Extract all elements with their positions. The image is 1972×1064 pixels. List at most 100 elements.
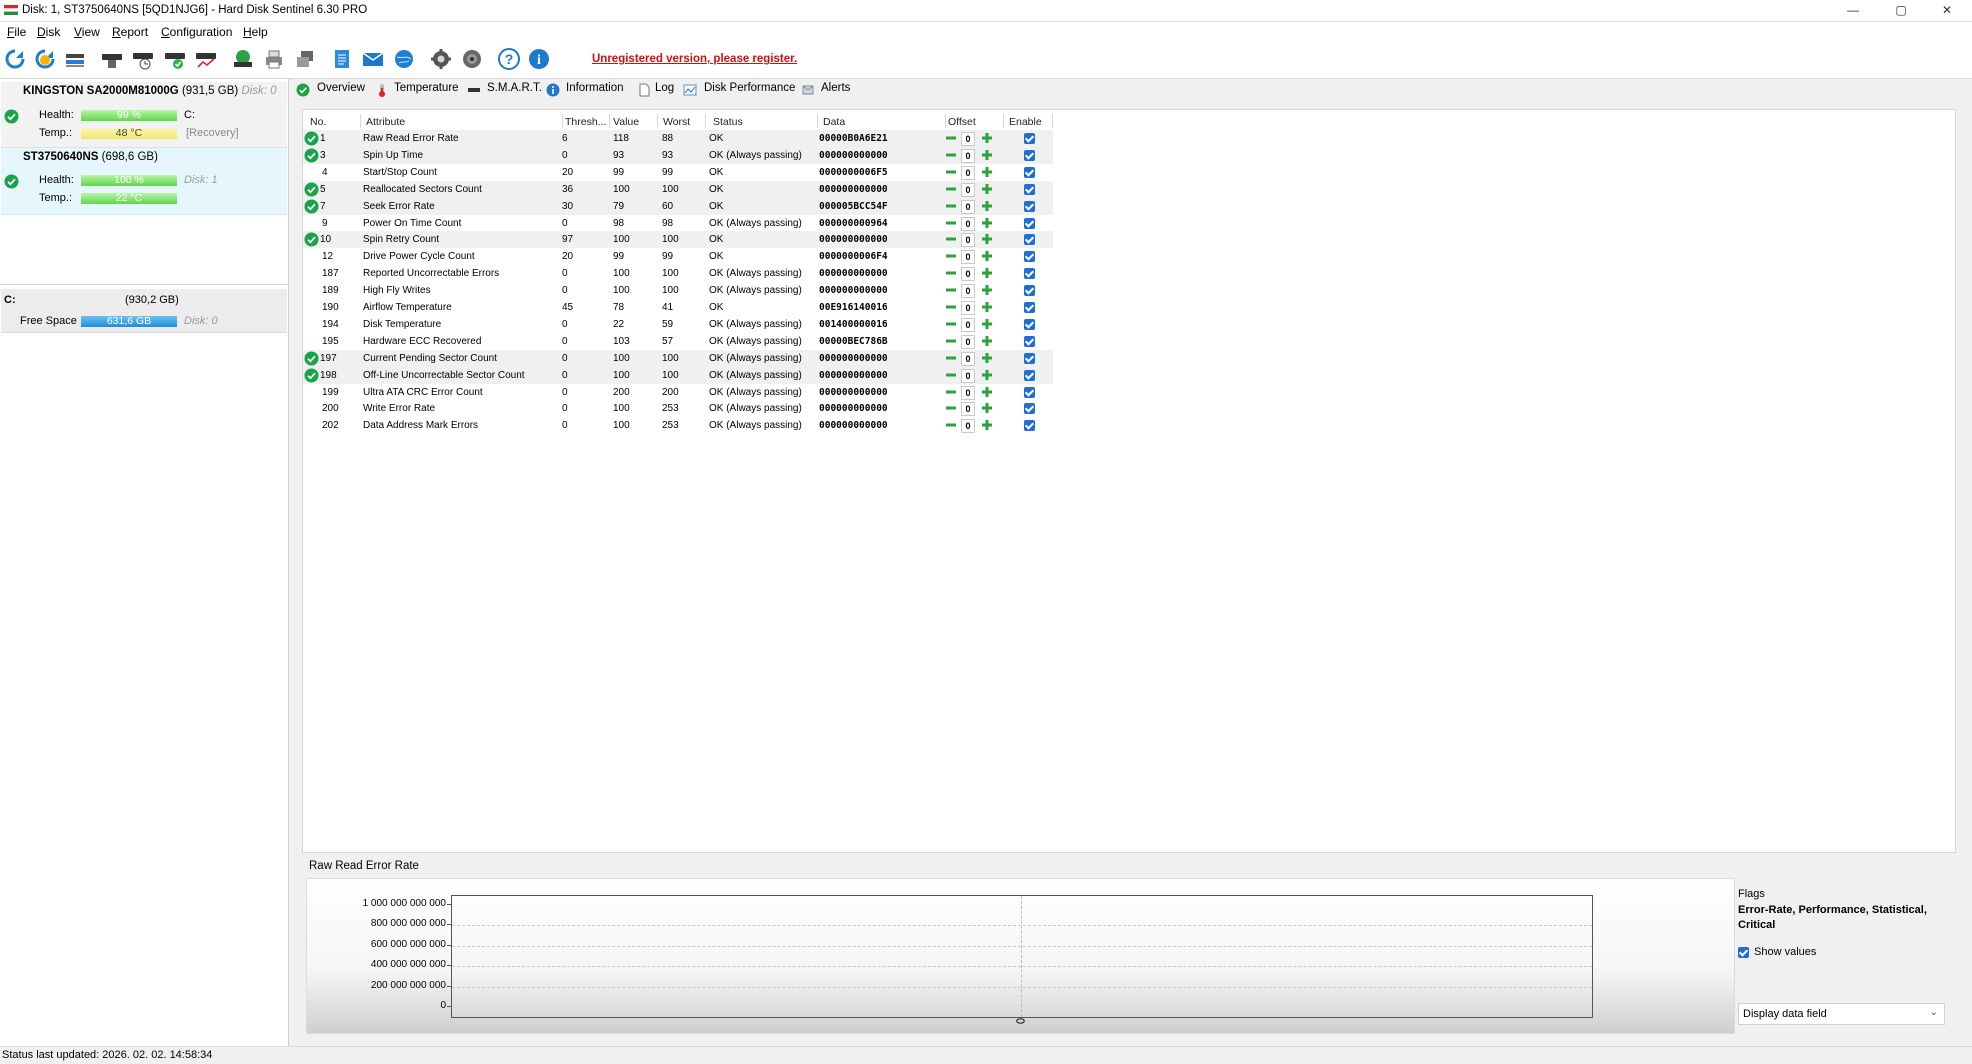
plus-icon[interactable]	[982, 133, 992, 143]
offset-value[interactable]: 0	[961, 351, 975, 366]
enable-checkbox[interactable]	[1024, 200, 1035, 212]
table-row[interactable]: 1 Raw Read Error Rate 6 118 88 OK 00000B0A6E21…	[303, 130, 1053, 147]
table-row[interactable]: 12 Drive Power Cycle Count 20 99 99 OK 0000000…	[303, 248, 1053, 265]
table-row[interactable]: 198 Off-Line Uncorrectable Sector Count 0 1…	[303, 366, 1053, 384]
gear-icon[interactable]	[429, 47, 453, 71]
offset-value[interactable]: 0	[961, 165, 975, 180]
offset-value[interactable]: 0	[961, 182, 975, 197]
offset-value[interactable]: 0	[961, 199, 975, 214]
display-field-select[interactable]: Display data field ⌄	[1738, 1003, 1945, 1025]
table-row[interactable]: 202 Data Address Mark Errors 0 100 253 OK (Al…	[303, 417, 1053, 434]
minus-icon[interactable]	[946, 184, 956, 194]
disk-card-1[interactable]: ST3750640NS (698,6 GB) Health: 100 % Dis…	[1, 148, 287, 215]
email-icon[interactable]	[361, 47, 385, 71]
plus-icon[interactable]	[982, 420, 992, 431]
disk-graph-icon[interactable]	[194, 47, 218, 71]
col-header-threshold[interactable]: Thresh...	[565, 116, 606, 128]
tab-alerts[interactable]: Alerts	[821, 82, 850, 94]
menu-help[interactable]: Help	[243, 25, 268, 39]
plus-icon[interactable]	[982, 335, 992, 346]
minus-icon[interactable]	[946, 285, 956, 295]
plus-icon[interactable]	[982, 268, 992, 279]
offset-value[interactable]: 0	[961, 132, 975, 146]
plus-icon[interactable]	[982, 285, 992, 296]
offset-value[interactable]: 0	[961, 368, 975, 383]
offset-value[interactable]: 0	[961, 402, 975, 417]
printer-icon[interactable]	[262, 47, 286, 71]
col-header-data[interactable]: Data	[823, 116, 845, 128]
minus-icon[interactable]	[946, 251, 956, 261]
offset-value[interactable]: 0	[961, 301, 975, 315]
table-row[interactable]: 7 Seek Error Rate 30 79 60 OK 000005BCC54F 0	[303, 197, 1053, 215]
enable-checkbox[interactable]	[1024, 268, 1035, 280]
minus-icon[interactable]	[946, 150, 956, 160]
plus-icon[interactable]	[982, 352, 992, 363]
minus-icon[interactable]	[946, 403, 956, 413]
plus-icon[interactable]	[982, 217, 992, 228]
enable-checkbox[interactable]	[1024, 285, 1035, 297]
offset-value[interactable]: 0	[961, 419, 975, 434]
plus-icon[interactable]	[982, 403, 992, 414]
plus-icon[interactable]	[982, 166, 992, 177]
enable-checkbox[interactable]	[1024, 335, 1035, 347]
tab-temperature[interactable]: Temperature	[394, 82, 459, 94]
minus-icon[interactable]	[946, 201, 956, 211]
enable-checkbox[interactable]	[1024, 369, 1035, 381]
minus-icon[interactable]	[946, 234, 956, 244]
plus-icon[interactable]	[982, 386, 992, 397]
register-link[interactable]: Unregistered version, please register.	[592, 53, 797, 65]
minus-icon[interactable]	[946, 387, 956, 397]
table-row[interactable]: 194 Disk Temperature 0 22 59 OK (Always passi…	[303, 316, 1053, 333]
table-row[interactable]: 195 Hardware ECC Recovered 0 103 57 OK (Alway…	[303, 333, 1053, 350]
plus-icon[interactable]	[982, 183, 992, 194]
enable-checkbox[interactable]	[1024, 133, 1035, 144]
plus-icon[interactable]	[982, 369, 992, 380]
minimize-button[interactable]: —	[1830, 0, 1876, 21]
enable-checkbox[interactable]	[1024, 352, 1035, 364]
table-row[interactable]: 190 Airflow Temperature 45 78 41 OK 00E9161400…	[303, 299, 1053, 316]
enable-checkbox[interactable]	[1024, 386, 1035, 398]
offset-value[interactable]: 0	[961, 317, 975, 332]
table-row[interactable]: 200 Write Error Rate 0 100 253 OK (Always pas…	[303, 400, 1053, 417]
disk-list-icon[interactable]	[63, 47, 87, 71]
table-row[interactable]: 199 Ultra ATA CRC Error Count 0 200 200 OK (A…	[303, 384, 1053, 401]
refresh-icon[interactable]	[3, 47, 27, 71]
col-header-offset[interactable]: Offset	[948, 116, 976, 128]
tab-information[interactable]: Information	[566, 82, 624, 94]
disk-clock-icon[interactable]	[131, 47, 155, 71]
info-icon[interactable]: i	[527, 47, 551, 71]
enable-checkbox[interactable]	[1024, 318, 1035, 330]
menu-view[interactable]: View	[74, 25, 100, 39]
minus-icon[interactable]	[946, 167, 956, 177]
minus-icon[interactable]	[946, 302, 956, 312]
offset-value[interactable]: 0	[961, 267, 975, 282]
menu-configuration[interactable]: Configuration	[161, 25, 232, 39]
minus-icon[interactable]	[946, 218, 956, 228]
disk-icon[interactable]	[100, 47, 124, 71]
table-row[interactable]: 9 Power On Time Count 0 98 98 OK (Always pass…	[303, 215, 1053, 232]
table-row[interactable]: 197 Current Pending Sector Count 0 100 100 OK…	[303, 349, 1053, 367]
minus-icon[interactable]	[946, 319, 956, 329]
enable-checkbox[interactable]	[1024, 234, 1035, 246]
globe-network-icon[interactable]	[392, 47, 416, 71]
minus-icon[interactable]	[946, 370, 956, 380]
offset-value[interactable]: 0	[961, 385, 975, 400]
tab-disk-performance[interactable]: Disk Performance	[704, 82, 795, 94]
disk-ok-icon[interactable]	[163, 47, 187, 71]
help-icon[interactable]: ?	[497, 47, 521, 71]
minus-icon[interactable]	[946, 420, 956, 430]
enable-checkbox[interactable]	[1024, 420, 1035, 432]
plus-icon[interactable]	[982, 200, 992, 211]
enable-checkbox[interactable]	[1024, 183, 1035, 195]
offset-value[interactable]: 0	[961, 148, 975, 163]
volume-card[interactable]: C: (930,2 GB) Free Space 631,6 GB Disk: …	[1, 289, 287, 333]
disk-card-0[interactable]: KINGSTON SA2000M81000G (931,5 GB) Disk: …	[1, 82, 287, 148]
minus-icon[interactable]	[946, 353, 956, 363]
chart-scroll-handle-icon[interactable]	[1016, 1018, 1025, 1024]
enable-checkbox[interactable]	[1024, 166, 1035, 178]
checkbox-checked[interactable]	[1738, 947, 1749, 958]
table-row[interactable]: 187 Reported Uncorrectable Errors 0 100 100 O…	[303, 265, 1053, 282]
tab-smart[interactable]: S.M.A.R.T.	[487, 82, 542, 94]
offset-value[interactable]: 0	[961, 250, 975, 265]
table-row[interactable]: 3 Spin Up Time 0 93 93 OK (Always passing) 000…	[303, 146, 1053, 164]
